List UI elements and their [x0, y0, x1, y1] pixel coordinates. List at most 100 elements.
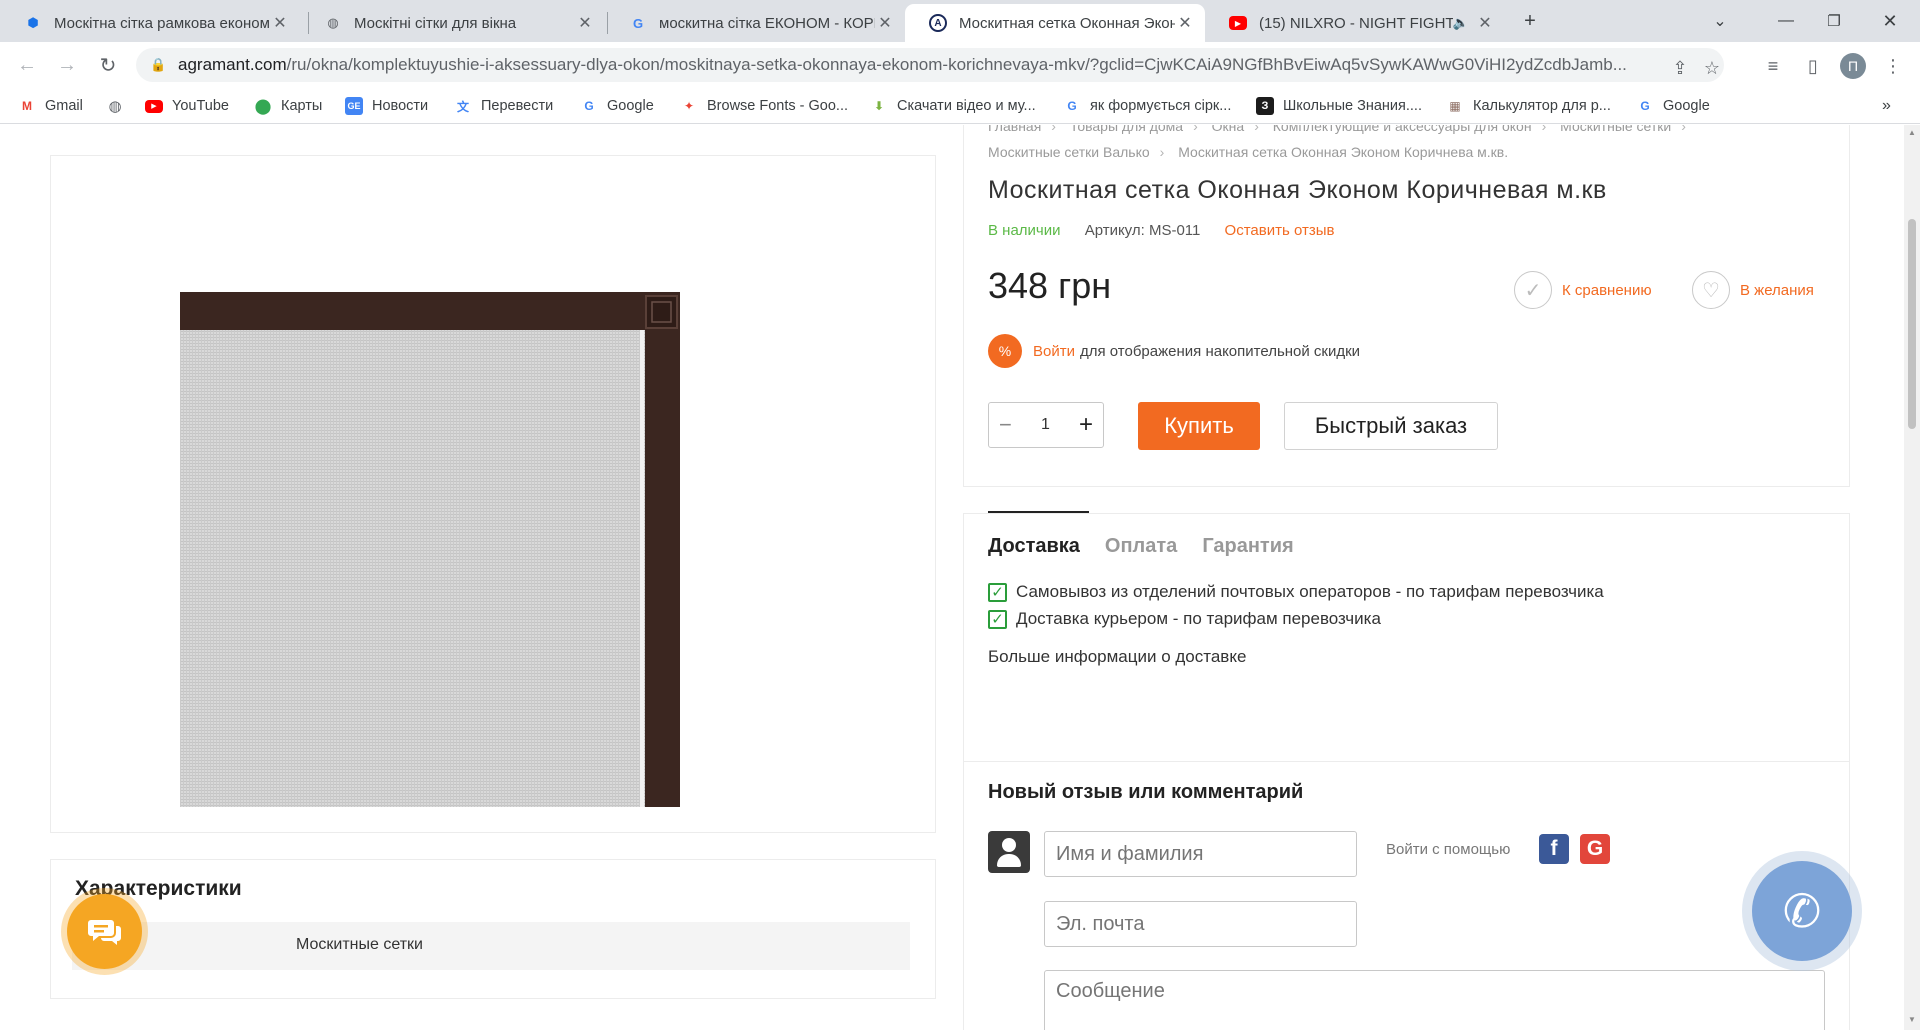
reload-icon[interactable]: ↻: [94, 51, 122, 79]
back-arrow-icon[interactable]: ←: [13, 51, 41, 79]
quantity-value[interactable]: 1: [1041, 416, 1050, 434]
scrollbar-thumb[interactable]: [1908, 219, 1916, 429]
breadcrumb-mosquito-nets[interactable]: Москитные сетки: [1560, 125, 1671, 134]
google-favicon-icon: G: [632, 15, 644, 31]
restore-window-icon[interactable]: ❐: [1816, 6, 1852, 36]
google-icon: G: [1640, 99, 1650, 113]
bookmark-znania[interactable]: З Школьные Знания....: [1256, 94, 1422, 118]
scroll-down-arrow-icon[interactable]: ▼: [1907, 1015, 1917, 1024]
tab-search-chevron-icon[interactable]: ⌄: [1702, 6, 1738, 36]
breadcrumb-home-goods[interactable]: Товары для дома: [1070, 125, 1183, 134]
tab-delivery[interactable]: Доставка: [988, 535, 1080, 558]
close-tab-icon[interactable]: ✕: [270, 13, 290, 33]
close-tab-icon[interactable]: ✕: [1475, 13, 1495, 33]
new-tab-button[interactable]: +: [1512, 6, 1548, 36]
maps-pin-icon: ⬤: [254, 98, 272, 115]
browser-tab-3[interactable]: G москитна сітка ЕКОНОМ - КОРИ ✕: [605, 4, 905, 42]
close-tab-icon[interactable]: ✕: [575, 13, 595, 33]
quick-order-button[interactable]: Быстрый заказ: [1284, 402, 1498, 450]
globe-favicon-icon: ◍: [327, 15, 339, 30]
more-bookmarks-chevron-icon[interactable]: »: [1882, 94, 1891, 118]
quantity-plus-button[interactable]: +: [1079, 411, 1093, 439]
percent-badge-icon: %: [988, 334, 1022, 368]
delivery-item-pickup: ✓ Самовывоз из отделений почтовых операт…: [988, 582, 1604, 602]
youtube-icon: ▶: [145, 99, 163, 113]
scroll-up-arrow-icon[interactable]: ▲: [1907, 128, 1917, 137]
phone-icon: ✆: [1782, 885, 1822, 937]
close-window-icon[interactable]: ✕: [1872, 6, 1908, 36]
wishlist-button[interactable]: ♡ В желания: [1692, 271, 1814, 309]
leave-review-link[interactable]: Оставить отзыв: [1225, 222, 1335, 239]
bookmark-youtube[interactable]: ▶ YouTube: [145, 94, 229, 118]
reading-list-icon[interactable]: ≡: [1760, 53, 1786, 79]
product-image-mosquito-net[interactable]: [180, 292, 680, 807]
chat-bubbles-icon: [87, 919, 121, 945]
breadcrumb-home[interactable]: Главная: [988, 125, 1041, 134]
close-tab-icon[interactable]: ✕: [1175, 13, 1195, 33]
breadcrumb-windows[interactable]: Окна: [1212, 125, 1245, 134]
browser-tab-1[interactable]: ⬢ Москітна сітка рамкова економ ✕: [0, 4, 300, 42]
bookmark-google[interactable]: G Google: [580, 94, 653, 118]
forward-arrow-icon[interactable]: →: [53, 51, 81, 79]
bookmark-browse-fonts[interactable]: ✦ Browse Fonts - Goo...: [680, 94, 848, 118]
address-bar[interactable]: 🔒 agramant.com/ru/okna/komplektuyushie-i…: [136, 48, 1724, 82]
discount-text: для отображения накопительной скидки: [1079, 342, 1361, 360]
check-compare-icon: ✓: [1514, 271, 1552, 309]
browser-toolbar: ← → ↻ 🔒 agramant.com/ru/okna/komplektuyu…: [0, 42, 1920, 88]
url-text[interactable]: agramant.com/ru/okna/komplektuyushie-i-a…: [178, 55, 1658, 75]
bookmark-download-video[interactable]: ⬇ Скачати відео и му...: [870, 94, 1036, 118]
calculator-icon: ▦: [1449, 99, 1461, 113]
bookmark-maps[interactable]: ⬤ Карты: [254, 94, 323, 118]
breadcrumb-valko[interactable]: Москитные сетки Валько: [988, 144, 1150, 160]
bookmark-google-2[interactable]: G Google: [1636, 94, 1709, 118]
heart-icon: ♡: [1692, 271, 1730, 309]
buy-button[interactable]: Купить: [1138, 402, 1260, 450]
message-field[interactable]: [1044, 970, 1825, 1030]
bookmark-calculator[interactable]: ▦ Калькулятор для р...: [1446, 94, 1611, 118]
name-field[interactable]: [1044, 831, 1357, 877]
gmail-icon: M: [22, 99, 32, 113]
translate-icon: 文: [456, 99, 469, 114]
tab-warranty[interactable]: Гарантия: [1202, 535, 1293, 558]
page-scrollbar[interactable]: ▲ ▼: [1904, 125, 1920, 1030]
fonts-icon: ✦: [683, 99, 695, 113]
bookmark-translate[interactable]: 文 Перевести: [454, 94, 553, 118]
lock-icon[interactable]: 🔒: [150, 57, 168, 73]
mesh-fabric: [180, 292, 680, 807]
chat-button[interactable]: [67, 894, 142, 969]
side-panel-icon[interactable]: ▯: [1800, 53, 1826, 79]
browser-tab-2[interactable]: ◍ Москітні сітки для вікна ✕: [300, 4, 605, 42]
menu-kebab-icon[interactable]: ⋮: [1880, 53, 1906, 79]
bookmark-sirk[interactable]: Gяк формується сірк...: [1063, 94, 1231, 118]
discount-login-link[interactable]: Войти: [1033, 343, 1075, 360]
call-button[interactable]: ✆: [1752, 861, 1852, 961]
bookmark-news[interactable]: GE Новости: [345, 94, 428, 118]
characteristics-row: [72, 922, 910, 970]
tab-payment[interactable]: Оплата: [1105, 535, 1177, 558]
agramant-favicon-icon: A: [929, 14, 947, 32]
close-tab-icon[interactable]: ✕: [875, 13, 895, 33]
browser-tab-5[interactable]: ▶ (15) NILXRO - NIGHT FIGHT | 🔈 ✕: [1205, 4, 1505, 42]
facebook-login-icon[interactable]: f: [1539, 834, 1569, 864]
bookmark-star-icon[interactable]: ☆: [1700, 56, 1724, 80]
email-field[interactable]: [1044, 901, 1357, 947]
profile-avatar[interactable]: П: [1840, 53, 1866, 79]
globe-icon: ◍: [108, 98, 122, 115]
minimize-window-icon[interactable]: —: [1768, 6, 1804, 36]
quantity-minus-button[interactable]: −: [999, 412, 1012, 438]
page-content: Характеристики Москитные сетки Главная › …: [0, 125, 1904, 1030]
delivery-more-info-link[interactable]: Больше информации о доставке: [988, 647, 1246, 667]
frame-top: [180, 292, 680, 330]
google-icon: G: [1067, 99, 1077, 113]
bookmark-gmail[interactable]: M Gmail: [18, 94, 83, 118]
google-icon: G: [584, 99, 594, 113]
speaker-icon[interactable]: 🔈: [1453, 15, 1469, 31]
share-icon[interactable]: ⇪: [1668, 56, 1692, 80]
breadcrumb-accessories[interactable]: Комплектующие и аксессуары для окон: [1273, 125, 1532, 134]
bookmark-globe[interactable]: ◍: [106, 94, 133, 118]
browser-tab-4-active[interactable]: A Москитная сетка Оконная Экон ✕: [905, 4, 1205, 42]
social-login-label: Войти с помощью: [1386, 841, 1511, 858]
google-login-icon[interactable]: G: [1580, 834, 1610, 864]
frame-edge-highlight: [640, 330, 644, 807]
compare-button[interactable]: ✓ К сравнению: [1514, 271, 1652, 309]
